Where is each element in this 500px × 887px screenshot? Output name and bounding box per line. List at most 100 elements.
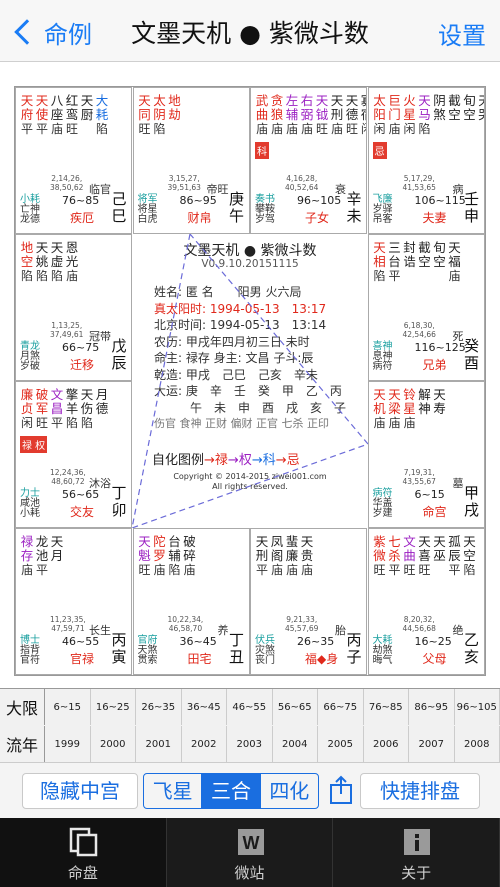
star-char: 三 (388, 240, 401, 255)
star-char: 羊 (65, 401, 79, 416)
ganzhi-char: 寅 (111, 648, 127, 666)
palace-name: 夫妻 (422, 211, 447, 225)
liunian-cell[interactable]: 2006 (364, 726, 409, 762)
tab-about-label: 关于 (401, 864, 432, 882)
star-brightness: 庙 (255, 122, 268, 136)
star-char: 使 (35, 107, 49, 122)
palace-shen[interactable]: 太阳闲巨门庙火星闲天马陷阴煞截空旬空天哭天月忌5,17,29,41,53,65病… (367, 87, 485, 234)
palace-wu[interactable]: 天同旺太阴陷地劫 3,15,27, 39,51,63 帝旺 将军 将星 白虎 86~95 财帛庚… (132, 87, 250, 234)
age-line: 39,51,63 (167, 183, 201, 192)
daxian-cell[interactable]: 86~95 (409, 689, 455, 725)
palace-mao[interactable]: 廉贞闲破军旺文昌平擎羊陷天伤陷月德禄 权 12,24,36, 48,60,72 沐浴力… (15, 381, 132, 528)
star-char: 旬 (433, 240, 446, 255)
palace-wei[interactable]: 武曲庙贪狼庙左辅庙右弼庙天钺旺天刑庙天德旺寡宿闲科4,16,28,40,52,6… (250, 87, 367, 234)
star-char: 铃 (403, 387, 416, 402)
ganzhi-char: 午 (228, 207, 244, 225)
palace-yin[interactable]: 禄存庙龙池平天月 11,23,35, 47,59,71 长生 博士 指背 官符 46~55 官禄… (15, 528, 132, 675)
palace-you[interactable]: 天相陷三台平封诰截空旬空天福庙 6,18,30, 42,54,66 死喜神 息神 病符 11… (367, 234, 485, 381)
star-brightness: 庙 (153, 563, 166, 577)
liunian-cell[interactable]: 2000 (91, 726, 136, 762)
xiaoxian-ages: 6,18,30, 42,54,66 (403, 321, 436, 339)
daxian-row: 大限 6~15 16~25 26~35 36~45 46~55 56~65 66~75 76~… (0, 689, 500, 725)
segment-sihua[interactable]: 四化 (261, 774, 318, 808)
palace-zi[interactable]: 天刑平凤阁庙蜚廉庙天贵庙 9,21,33, 45,57,69 胎伏兵 灾煞 丧门 26~35… (250, 528, 367, 675)
xiaoxian-ages: 10,22,34, 46,58,70 (168, 615, 204, 633)
star-char: 月 (95, 387, 109, 402)
star-brightness: 庙 (285, 122, 298, 136)
daxian-cell[interactable]: 56~65 (273, 689, 318, 725)
ganzhi-char: 丙 (346, 631, 362, 649)
back-button[interactable]: 命例 (12, 12, 92, 52)
star: 大耗陷 (95, 94, 109, 137)
palace-chou[interactable]: 天魁旺陀罗庙台辅陷破碎庙 10,22,34, 46,58,70 养官府 天煞 贯索 36~4… (132, 528, 250, 675)
liunian-cell[interactable]: 2001 (136, 726, 182, 762)
tab-weizhan[interactable]: W 微站 (167, 818, 334, 887)
daxian-cell[interactable]: 26~35 (136, 689, 182, 725)
palace-si[interactable]: 天府平天使平八座庙红鸾旺天厨大耗陷 2,14,26, 38,50,62 临官 小耗 亡神龙… (15, 87, 132, 234)
liunian-cell[interactable]: 2007 (409, 726, 455, 762)
star-brightness: 旺 (315, 122, 328, 136)
star-char: 天 (80, 93, 94, 108)
ganzhi: 辛未 (346, 191, 362, 225)
palace-name: 兄弟 (422, 358, 447, 372)
xiaoxian-ages: 2,14,26, 38,50,62 (50, 174, 83, 192)
star-char: 天 (35, 93, 49, 108)
segment-feixing[interactable]: 飞星 (144, 774, 203, 808)
star-brightness: 庙 (300, 563, 313, 577)
palace-xu[interactable]: 天机庙天梁庙铃星庙解神天寿 7,19,31, 43,55,67 墓病符 华盖 岁建 6~15… (367, 381, 485, 528)
daxian-cell[interactable]: 46~55 (227, 689, 273, 725)
age-line: 12,24,36, (50, 468, 86, 477)
star-char: 天 (345, 93, 359, 108)
star-list: 太阳闲巨门庙火星闲天马陷阴煞截空旬空天哭天月 (373, 93, 483, 137)
palace-chen[interactable]: 地空陷天姚陷天虚陷恩光庙 1,13,25, 37,49,61 冠带 青龙 月煞 岁破 66~7… (15, 234, 132, 381)
settings-button[interactable]: 设置 (438, 16, 486, 51)
changsheng-label: 胎 (335, 624, 346, 637)
star-char: 贵 (300, 548, 314, 563)
daxian-cell[interactable]: 96~105 (455, 689, 500, 725)
daxian-cell[interactable]: 76~85 (364, 689, 409, 725)
palace-hai[interactable]: 紫微旺七杀平文曲旺天喜旺天巫孤辰平天空陷 8,20,32, 44,56,68 绝大耗劫… (367, 528, 485, 675)
ganzhi-char: 亥 (463, 648, 479, 666)
tab-mingpan[interactable]: 命盘 (0, 818, 167, 887)
star: 火星闲 (403, 93, 417, 137)
ganzhi: 丙子 (346, 632, 362, 666)
minor-gods: 力士 咸池 小耗 (20, 489, 40, 519)
segment-sanhe[interactable]: 三合 (202, 774, 261, 808)
age-line: 5,17,29, (403, 174, 435, 183)
star-char: 八 (50, 93, 64, 108)
sanhe-triangle (132, 234, 368, 528)
daxian-cell[interactable]: 66~75 (318, 689, 364, 725)
star-char: 火 (403, 93, 416, 108)
daxian-range: 36~45 (179, 635, 217, 648)
ganzhi: 癸酉 (464, 338, 480, 372)
xiaoxian-ages: 3,15,27, 39,51,63 (168, 174, 201, 192)
tab-about[interactable]: 关于 (333, 818, 500, 887)
changsheng-label: 绝 (452, 624, 464, 637)
age-line: 3,15,27, (168, 174, 200, 183)
star-brightness: 平 (255, 563, 268, 577)
star-brightness: 旺 (138, 563, 151, 577)
star-char: 台 (388, 254, 401, 269)
star: 截空 (448, 94, 462, 136)
quick-chart-button[interactable]: 快捷排盘 (360, 773, 480, 809)
star: 三台平 (388, 240, 402, 284)
daxian-cell[interactable]: 6~15 (45, 689, 91, 725)
share-icon[interactable] (329, 775, 353, 805)
daxian-cell[interactable]: 36~45 (182, 689, 227, 725)
liunian-cell[interactable]: 2002 (182, 726, 227, 762)
daxian-cell[interactable]: 16~25 (91, 689, 136, 725)
ganzhi-char: 甲 (463, 484, 479, 502)
star-brightness: 陷 (50, 269, 63, 283)
liunian-cell[interactable]: 2008 (455, 726, 500, 762)
star-char: 微 (373, 548, 386, 563)
star: 截空 (418, 241, 432, 283)
star: 天使平 (35, 93, 49, 137)
liunian-cell[interactable]: 2004 (273, 726, 318, 762)
liunian-cell[interactable]: 2005 (318, 726, 364, 762)
star-char: 空 (463, 107, 476, 122)
star-char: 天 (373, 240, 386, 255)
liunian-cell[interactable]: 1999 (45, 726, 91, 762)
star: 天巫 (433, 535, 447, 577)
liunian-cell[interactable]: 2003 (227, 726, 273, 762)
hide-center-button[interactable]: 隐藏中宫 (22, 773, 138, 809)
